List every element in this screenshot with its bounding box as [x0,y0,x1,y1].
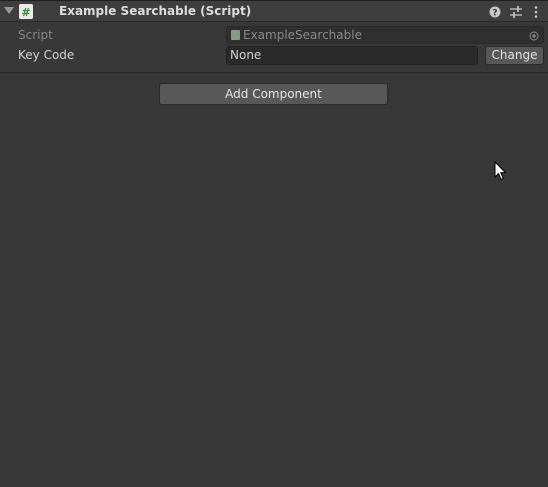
inspector-panel: # Example Searchable (Script) ? Script E… [0,0,548,487]
component-header[interactable]: # Example Searchable (Script) ? [0,0,548,22]
add-component-button[interactable]: Add Component [159,83,388,105]
section-divider [0,72,548,73]
change-button[interactable]: Change [485,46,544,65]
kebab-menu-icon[interactable] [529,5,543,19]
script-file-icon [231,30,240,40]
foldout-triangle-icon[interactable] [4,7,14,14]
script-object-field[interactable]: ExampleSearchable [226,26,544,44]
svg-text:?: ? [492,9,497,19]
preset-sliders-icon[interactable] [509,5,523,19]
keycode-value: None [230,48,262,62]
script-property-label: Script [18,28,53,42]
svg-text:#: # [21,6,30,19]
csharp-script-icon: # [19,4,33,19]
keycode-field[interactable]: None [226,46,478,65]
mouse-cursor-icon [494,160,508,184]
help-icon[interactable]: ? [488,5,502,19]
keycode-property-label: Key Code [18,48,75,62]
component-title: Example Searchable (Script) [59,4,252,18]
object-picker-icon[interactable] [529,30,539,41]
script-object-value: ExampleSearchable [243,28,362,42]
